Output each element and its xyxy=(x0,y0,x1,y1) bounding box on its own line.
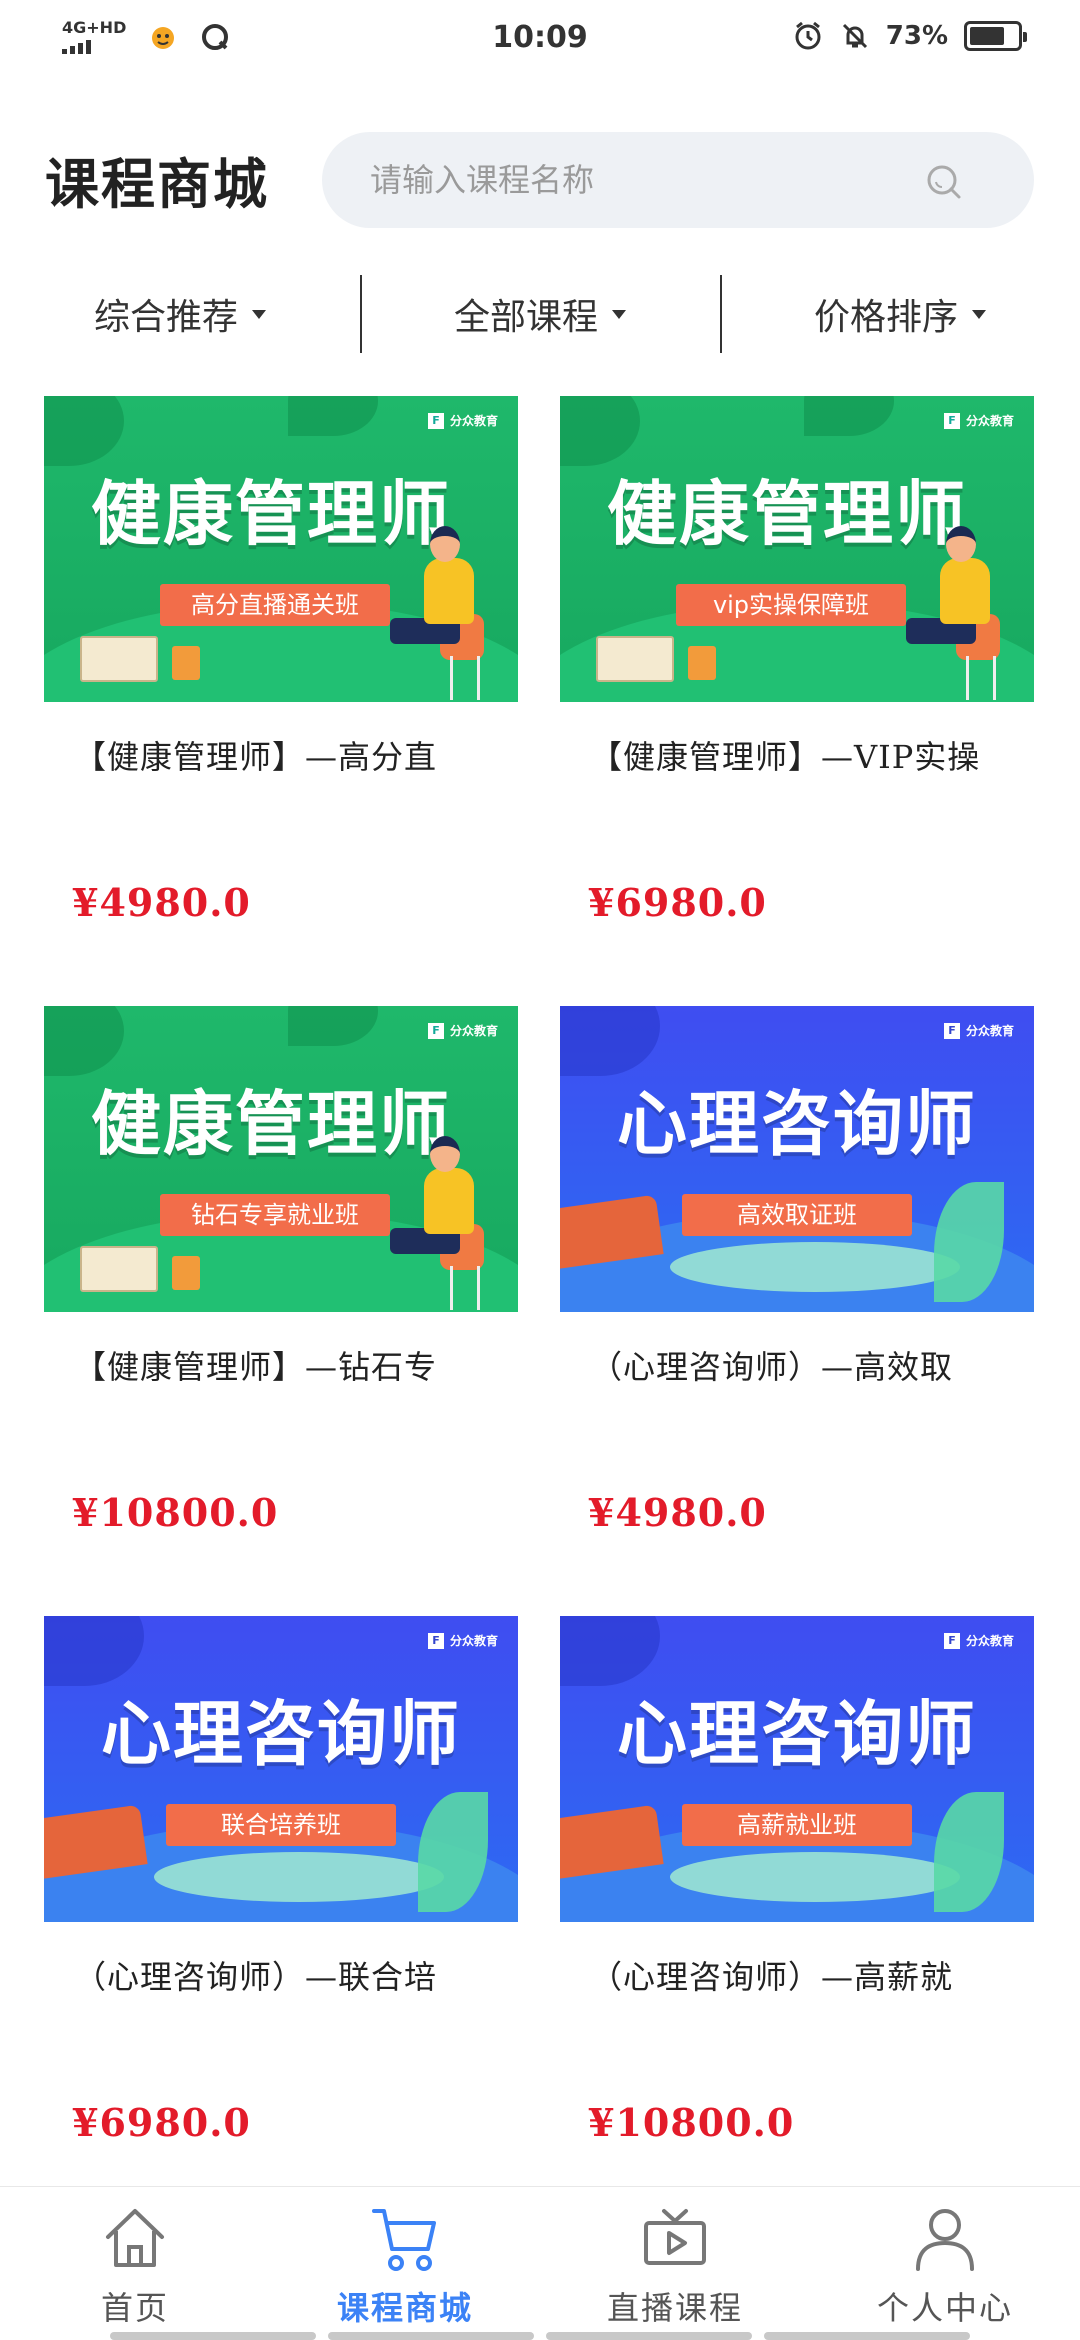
course-grid: F 分众教育 健康管理师 高分直播通关班 【健康管理师】—高分直 ¥4980.0 … xyxy=(44,396,1034,2226)
banner-title: 心理咨询师 xyxy=(617,1083,977,1165)
battery-percent: 73% xyxy=(885,21,948,51)
tab-live-courses[interactable]: 直播课程 xyxy=(540,2187,810,2340)
brand-logo: F 分众教育 xyxy=(427,412,498,429)
banner-title: 心理咨询师 xyxy=(617,1693,977,1775)
battery-fill xyxy=(970,27,1004,45)
course-banner-image: F 分众教育 心理咨询师 高效取证班 xyxy=(560,1006,1034,1312)
caret-down-icon xyxy=(612,309,626,319)
tab-label: 首页 xyxy=(100,2289,169,2327)
book-illustration xyxy=(80,1246,158,1292)
brand-logo: F 分众教育 xyxy=(427,1022,498,1039)
status-right: 73% xyxy=(792,20,1027,52)
alarm-icon xyxy=(795,21,821,50)
banner-tag: 高效取证班 xyxy=(682,1194,912,1236)
caret-down-icon xyxy=(972,309,986,319)
cart-icon xyxy=(372,2209,436,2271)
filter-recommend[interactable]: 综合推荐 xyxy=(0,275,360,353)
brand-logo: F 分众教育 xyxy=(943,1632,1014,1649)
book-illustration xyxy=(80,636,158,682)
book-illustration xyxy=(172,646,200,680)
header: 课程商城 xyxy=(0,120,1080,230)
banner-tag: 联合培养班 xyxy=(166,1804,396,1846)
banner-tag: 高薪就业班 xyxy=(682,1804,912,1846)
course-card[interactable]: F 分众教育 健康管理师 高分直播通关班 【健康管理师】—高分直 ¥4980.0 xyxy=(44,396,518,1006)
course-price: ¥10800.0 xyxy=(588,2100,795,2145)
filter-label: 价格排序 xyxy=(813,297,958,338)
filter-label: 全部课程 xyxy=(453,297,598,338)
live-video-icon xyxy=(644,2209,706,2265)
course-name: （心理咨询师）—高效取 xyxy=(590,1348,954,1386)
course-price: ¥6980.0 xyxy=(588,880,767,925)
course-banner-image: F 分众教育 健康管理师 钻石专享就业班 xyxy=(44,1006,518,1312)
home-icon xyxy=(106,2209,164,2267)
brand-logo: F 分众教育 xyxy=(943,412,1014,429)
banner-tag: 钻石专享就业班 xyxy=(160,1194,390,1236)
course-price: ¥10800.0 xyxy=(72,1490,279,1535)
course-name: 【健康管理师】—VIP实操 xyxy=(590,738,981,776)
brand-logo: F 分众教育 xyxy=(943,1022,1014,1039)
brand-logo: F 分众教育 xyxy=(427,1632,498,1649)
filter-bar: 综合推荐 全部课程 价格排序 xyxy=(0,275,1080,353)
course-banner-image: F 分众教育 健康管理师 vip实操保障班 xyxy=(560,396,1034,702)
caret-down-icon xyxy=(252,309,266,319)
tab-label: 直播课程 xyxy=(606,2289,743,2327)
search-box[interactable] xyxy=(322,132,1034,228)
tab-bar: 首页 课程商城 直播课程 个人中心 xyxy=(0,2186,1080,2340)
search-input[interactable] xyxy=(370,132,930,228)
course-name: 【健康管理师】—钻石专 xyxy=(74,1348,438,1386)
tab-course-mall[interactable]: 课程商城 xyxy=(270,2187,540,2340)
course-banner-image: F 分众教育 心理咨询师 高薪就业班 xyxy=(560,1616,1034,1922)
course-price: ¥6980.0 xyxy=(72,2100,251,2145)
banner-tag: vip实操保障班 xyxy=(676,584,906,626)
filter-price-sort[interactable]: 价格排序 xyxy=(720,275,1080,353)
course-card[interactable]: F 分众教育 健康管理师 钻石专享就业班 【健康管理师】—钻石专 ¥10800.0 xyxy=(44,1006,518,1616)
book-illustration xyxy=(596,636,674,682)
course-name: 【健康管理师】—高分直 xyxy=(74,738,438,776)
page-title: 课程商城 xyxy=(45,152,269,216)
course-price: ¥4980.0 xyxy=(72,880,251,925)
person-icon xyxy=(916,2209,974,2271)
course-name: （心理咨询师）—联合培 xyxy=(74,1958,438,1996)
course-card[interactable]: F 分众教育 心理咨询师 高效取证班 （心理咨询师）—高效取 ¥4980.0 xyxy=(560,1006,1034,1616)
course-card[interactable]: F 分众教育 健康管理师 vip实操保障班 【健康管理师】—VIP实操 ¥6980… xyxy=(560,396,1034,1006)
banner-title: 心理咨询师 xyxy=(101,1693,461,1775)
tab-personal-center[interactable]: 个人中心 xyxy=(810,2187,1080,2340)
course-card[interactable]: F 分众教育 心理咨询师 高薪就业班 （心理咨询师）—高薪就 ¥10800.0 xyxy=(560,1616,1034,2226)
battery-icon xyxy=(964,21,1027,51)
filter-label: 综合推荐 xyxy=(93,297,238,338)
search-icon[interactable] xyxy=(924,162,964,202)
course-banner-image: F 分众教育 健康管理师 高分直播通关班 xyxy=(44,396,518,702)
reader-illustration xyxy=(390,1136,500,1312)
book-illustration xyxy=(172,1256,200,1290)
tab-label: 课程商城 xyxy=(336,2289,473,2327)
course-card[interactable]: F 分众教育 心理咨询师 联合培养班 （心理咨询师）—联合培 ¥6980.0 xyxy=(44,1616,518,2226)
course-banner-image: F 分众教育 心理咨询师 联合培养班 xyxy=(44,1616,518,1922)
book-illustration xyxy=(688,646,716,680)
reader-illustration xyxy=(906,526,1016,702)
reader-illustration xyxy=(390,526,500,702)
mute-bell-icon xyxy=(842,23,867,49)
status-bar: 4G+HD 10:09 73% xyxy=(0,0,1080,80)
filter-all-courses[interactable]: 全部课程 xyxy=(360,275,720,353)
home-indicator xyxy=(0,2332,1080,2340)
course-name: （心理咨询师）—高薪就 xyxy=(590,1958,954,1996)
course-price: ¥4980.0 xyxy=(588,1490,767,1535)
banner-tag: 高分直播通关班 xyxy=(160,584,390,626)
tab-home[interactable]: 首页 xyxy=(0,2187,270,2340)
tab-label: 个人中心 xyxy=(876,2289,1013,2327)
